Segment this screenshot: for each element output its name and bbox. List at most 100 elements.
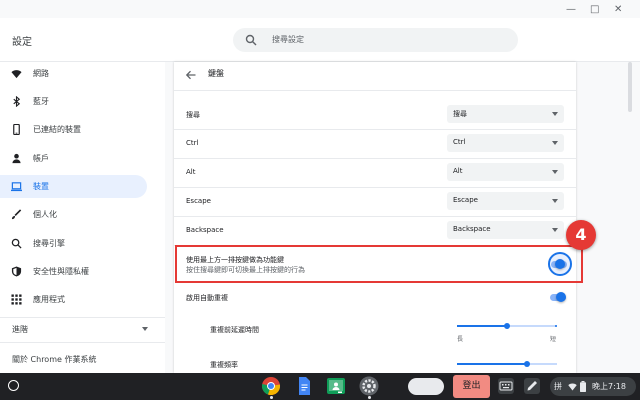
divider <box>174 129 576 130</box>
search-icon <box>245 34 257 46</box>
sidebar-divider <box>0 342 165 343</box>
sidebar-item-accounts[interactable]: 帳戶 <box>0 147 147 170</box>
remap-select-search[interactable]: 搜尋 <box>447 105 564 123</box>
bluetooth-icon <box>13 96 21 107</box>
sidebar-item-apps[interactable]: 應用程式 <box>0 288 147 311</box>
repeat-delay-slider-fill <box>457 325 507 327</box>
divider <box>174 90 576 91</box>
slider-tick <box>457 325 459 327</box>
scrollbar[interactable] <box>628 62 632 112</box>
sidebar-advanced-toggle[interactable]: 進階 <box>12 324 148 335</box>
sidebar: 網路 藍牙 已連結的裝置 帳戶 裝置 個人化 搜尋引擎 安全性與隱私權 應用程式… <box>0 62 165 373</box>
clock: 晚上7:18 <box>592 382 626 391</box>
repeat-delay-min-label: 長 <box>457 336 464 343</box>
repeat-rate-slider[interactable] <box>457 363 557 365</box>
repeat-delay-max-label: 短 <box>550 336 557 343</box>
search-bar[interactable]: 搜尋設定 <box>233 28 518 52</box>
remap-label-alt: Alt <box>186 168 196 176</box>
chevron-down-icon <box>142 327 148 331</box>
sidebar-item-about[interactable]: 關於 Chrome 作業系統 <box>12 354 96 365</box>
wifi-icon <box>11 70 22 79</box>
docs-icon[interactable] <box>294 376 314 396</box>
sidebar-item-label: 搜尋引擎 <box>33 239 65 248</box>
status-area[interactable]: 拼 晚上7:18 <box>550 377 636 396</box>
divider <box>174 216 576 217</box>
repeat-delay-slider-thumb[interactable] <box>504 323 510 329</box>
holding-space-pod[interactable] <box>408 378 444 395</box>
repeat-rate-label: 重複頻率 <box>210 361 238 369</box>
repeat-rate-slider-fill <box>457 363 527 365</box>
remap-label-backspace: Backspace <box>186 226 224 234</box>
close-button[interactable]: ✕ <box>614 4 622 15</box>
search-input[interactable]: 搜尋設定 <box>272 34 304 45</box>
auto-repeat-label: 啟用自動重複 <box>186 294 228 302</box>
sidebar-divider <box>0 317 165 318</box>
battery-icon <box>580 381 586 392</box>
page-title: 鍵盤 <box>208 69 224 78</box>
logout-button[interactable]: 登出 <box>453 375 490 398</box>
remap-select-backspace[interactable]: Backspace <box>447 221 564 239</box>
sidebar-item-device[interactable]: 裝置 <box>0 175 147 198</box>
sidebar-item-network[interactable]: 網路 <box>0 62 147 85</box>
ime-indicator: 拼 <box>554 382 562 391</box>
brush-icon <box>11 209 22 220</box>
sidebar-item-search-engine[interactable]: 搜尋引擎 <box>0 232 147 255</box>
chevron-down-icon <box>552 170 558 174</box>
chevron-down-icon <box>552 199 558 203</box>
select-value: Ctrl <box>453 138 466 146</box>
sidebar-item-label: 網路 <box>33 69 49 78</box>
select-value: 搜尋 <box>453 110 467 118</box>
laptop-icon <box>11 182 22 192</box>
settings-window: — □ ✕ 設定 搜尋設定 網路 藍牙 已連結的裝置 帳戶 裝置 個人化 搜尋引… <box>0 0 640 373</box>
keyboard-settings-panel: 鍵盤 搜尋 搜尋 Ctrl Ctrl Alt Alt Escape Escape… <box>174 62 583 373</box>
maximize-button[interactable]: □ <box>590 4 599 15</box>
sidebar-item-label: 藍牙 <box>33 97 49 106</box>
divider <box>174 158 576 159</box>
sidebar-item-personalization[interactable]: 個人化 <box>0 203 147 226</box>
sidebar-item-label: 已連結的裝置 <box>33 125 81 134</box>
pen-icon[interactable] <box>524 378 540 394</box>
remap-label-escape: Escape <box>186 197 211 205</box>
auto-repeat-toggle-knob[interactable] <box>556 292 566 302</box>
header: 設定 搜尋設定 <box>0 18 640 62</box>
remap-select-ctrl[interactable]: Ctrl <box>447 134 564 152</box>
chevron-down-icon <box>552 141 558 145</box>
repeat-rate-slider-thumb[interactable] <box>524 361 530 367</box>
sidebar-item-connected-devices[interactable]: 已連結的裝置 <box>0 118 147 141</box>
select-value: Escape <box>453 196 478 204</box>
grid-icon <box>11 294 22 305</box>
app-title: 設定 <box>12 37 32 48</box>
shelf: 登出 拼 晚上7:18 <box>0 373 640 400</box>
remap-select-escape[interactable]: Escape <box>447 192 564 210</box>
settings-icon[interactable] <box>359 376 379 396</box>
sidebar-item-security-privacy[interactable]: 安全性與隱私權 <box>0 260 147 283</box>
sidebar-item-label: 安全性與隱私權 <box>33 267 89 276</box>
back-arrow-icon[interactable] <box>186 70 196 80</box>
sidebar-item-label: 應用程式 <box>33 295 65 304</box>
select-value: Backspace <box>453 225 491 233</box>
running-indicator <box>368 396 371 399</box>
annotation-highlight-box <box>175 245 583 283</box>
divider <box>174 187 576 188</box>
chrome-icon[interactable] <box>261 376 281 396</box>
sidebar-item-label: 個人化 <box>33 210 57 219</box>
launcher-button[interactable] <box>8 380 19 391</box>
sidebar-advanced-label: 進階 <box>12 325 28 334</box>
slider-tick <box>555 325 557 327</box>
wifi-icon <box>568 383 577 391</box>
remap-select-alt[interactable]: Alt <box>447 163 564 181</box>
shield-icon <box>11 266 22 277</box>
keyboard-icon[interactable] <box>498 378 514 394</box>
sidebar-item-bluetooth[interactable]: 藍牙 <box>0 90 147 113</box>
repeat-delay-label: 重複前延遲時間 <box>210 326 259 334</box>
minimize-button[interactable]: — <box>566 4 576 15</box>
chevron-down-icon <box>552 228 558 232</box>
running-indicator <box>270 396 273 399</box>
sidebar-item-label: 裝置 <box>33 182 49 191</box>
remap-label-search: 搜尋 <box>186 111 200 119</box>
phone-icon <box>13 124 20 135</box>
classroom-icon[interactable] <box>326 376 346 396</box>
annotation-step-badge: 4 <box>566 220 596 250</box>
sidebar-item-label: 帳戶 <box>33 154 49 163</box>
search-icon <box>11 238 22 249</box>
